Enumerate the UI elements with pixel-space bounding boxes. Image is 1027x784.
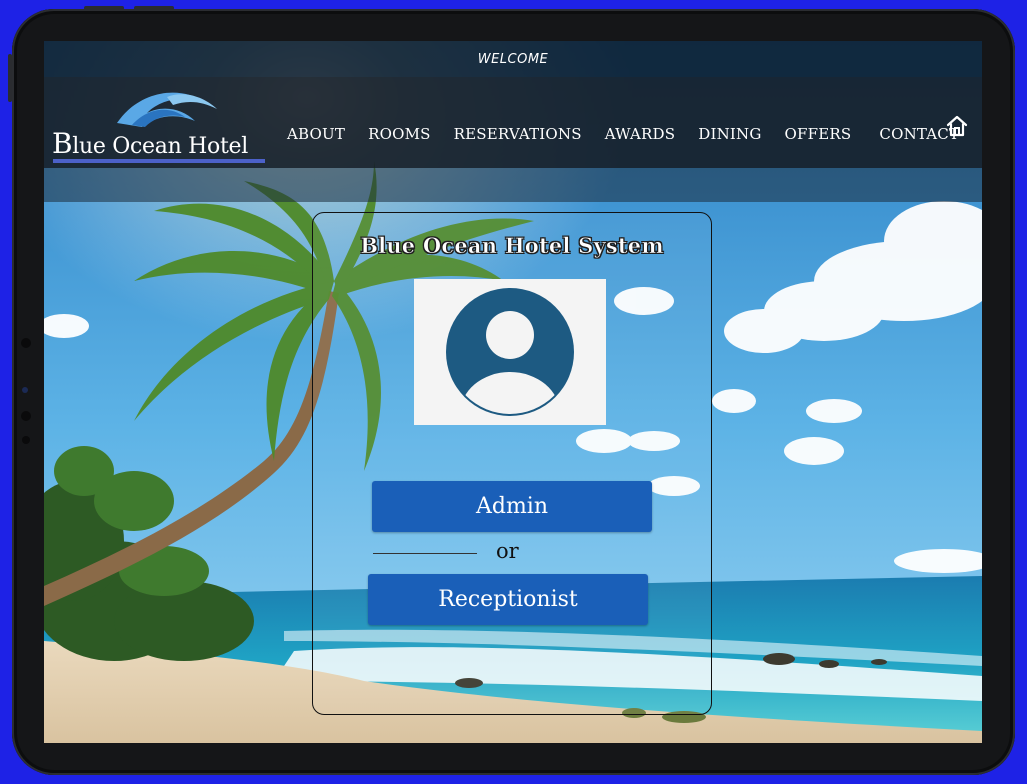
wave-logo-icon <box>117 92 217 127</box>
card-title: Blue Ocean Hotel System <box>360 233 664 259</box>
avatar-box <box>414 279 606 425</box>
volume-button <box>84 6 124 10</box>
volume-button <box>134 6 174 10</box>
nav-menu: ABOUT ROOMS RESERVATIONS AWARDS DINING O… <box>287 125 982 143</box>
nav-item-about[interactable]: ABOUT <box>287 125 345 143</box>
power-button <box>8 54 12 102</box>
admin-button[interactable]: Admin <box>372 481 652 532</box>
camera-sensor <box>22 436 30 444</box>
login-card: Blue Ocean Hotel System Admin or Recepti… <box>312 212 712 715</box>
navbar: Blue Ocean Hotel ABOUT ROOMS RESERVATION… <box>44 77 982 168</box>
nav-item-rooms[interactable]: ROOMS <box>368 125 431 143</box>
tablet-screen: WELCOME Blue Ocean Hotel ABOUT ROOMS RES… <box>44 41 982 743</box>
header-shadow-band <box>44 168 982 202</box>
welcome-bar: WELCOME <box>44 41 982 77</box>
nav-item-awards[interactable]: AWARDS <box>605 125 676 143</box>
nav-item-reservations[interactable]: RESERVATIONS <box>454 125 582 143</box>
welcome-text: WELCOME <box>477 51 549 67</box>
camera-sensor <box>21 338 31 348</box>
logo-underline <box>53 159 265 163</box>
or-text: or <box>496 539 519 563</box>
user-avatar-icon <box>446 288 574 416</box>
receptionist-button[interactable]: Receptionist <box>368 574 648 625</box>
nav-item-dining[interactable]: DINING <box>698 125 761 143</box>
nav-item-offers[interactable]: OFFERS <box>785 125 852 143</box>
camera-sensor <box>21 411 31 421</box>
hotel-logo[interactable]: Blue Ocean Hotel <box>52 87 267 163</box>
or-divider-line <box>373 553 477 554</box>
home-icon[interactable] <box>945 114 969 138</box>
logo-text: Blue Ocean Hotel <box>52 127 248 160</box>
camera-lens <box>22 387 28 393</box>
